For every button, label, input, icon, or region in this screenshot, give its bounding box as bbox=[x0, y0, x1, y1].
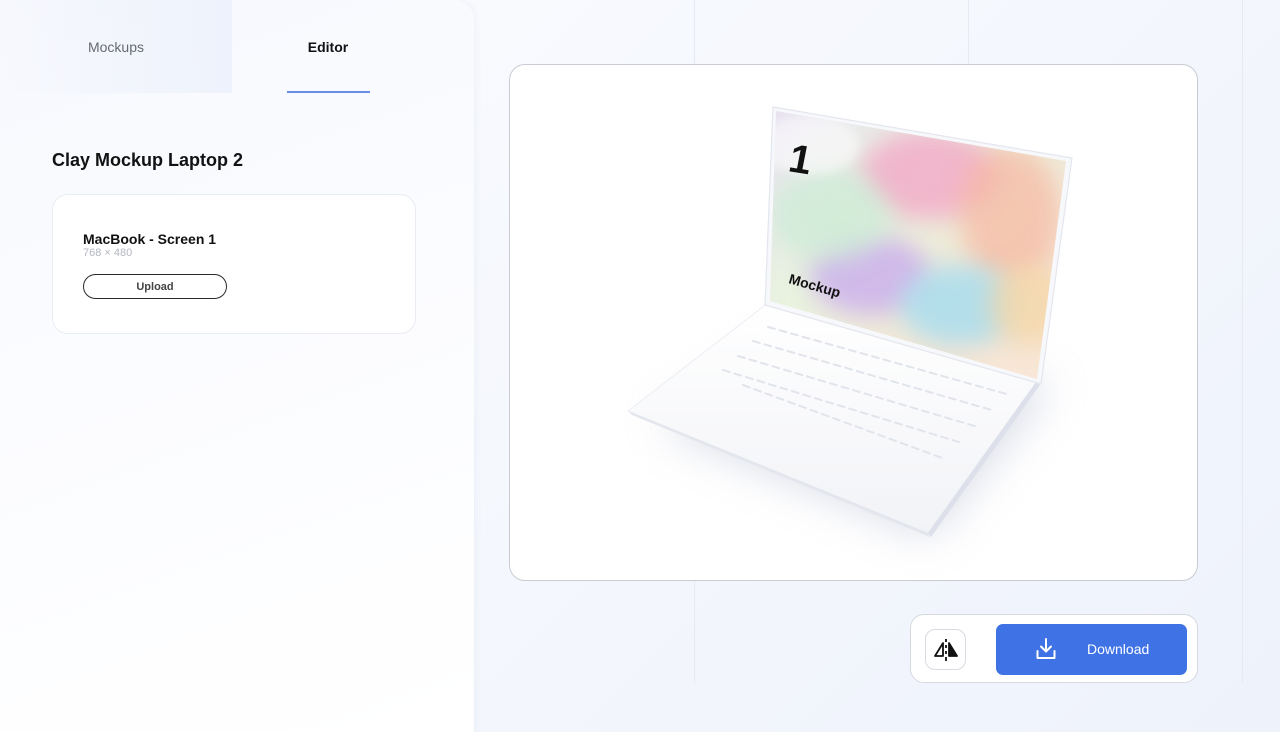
tab-bar: Mockups Editor bbox=[0, 0, 474, 93]
grid-line bbox=[1242, 0, 1243, 683]
tab-editor[interactable]: Editor bbox=[232, 0, 424, 93]
download-icon bbox=[1036, 638, 1056, 659]
screen-name: MacBook - Screen 1 bbox=[83, 231, 217, 247]
download-button[interactable]: Download bbox=[996, 624, 1187, 675]
upload-button[interactable]: Upload bbox=[83, 274, 227, 299]
flip-horizontal-icon bbox=[933, 638, 958, 661]
screen-dimensions: 768 × 480 bbox=[83, 247, 133, 259]
editor-sidebar: Mockups Editor Clay Mockup Laptop 2 MacB… bbox=[0, 0, 474, 732]
download-label: Download bbox=[1087, 641, 1150, 657]
tab-mockups-label: Mockups bbox=[87, 38, 145, 55]
export-toolbar: Download bbox=[910, 614, 1198, 683]
tab-mockups[interactable]: Mockups bbox=[0, 0, 232, 93]
mockup-preview: 1 Mockup bbox=[509, 64, 1198, 581]
active-tab-indicator bbox=[287, 91, 370, 93]
tab-editor-label: Editor bbox=[307, 38, 349, 55]
laptop-mockup-illustration: 1 Mockup bbox=[627, 106, 1073, 537]
screen-card: MacBook - Screen 1 768 × 480 Upload bbox=[52, 194, 416, 334]
flip-horizontal-button[interactable] bbox=[925, 629, 966, 670]
page-title: Clay Mockup Laptop 2 bbox=[52, 150, 244, 170]
grid-line bbox=[968, 0, 969, 64]
